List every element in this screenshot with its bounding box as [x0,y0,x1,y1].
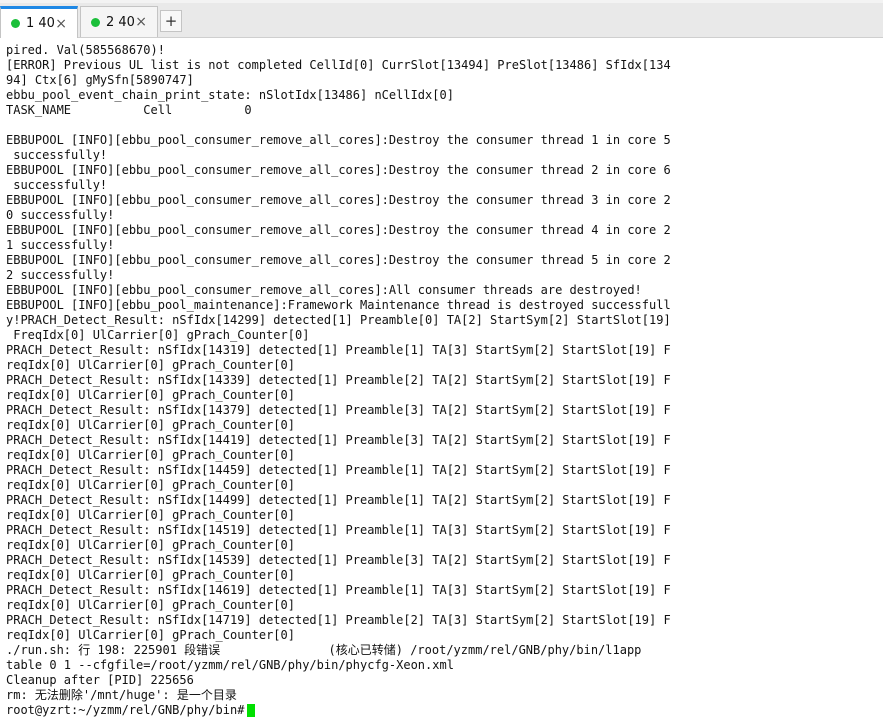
close-tab-icon[interactable]: × [135,14,147,30]
shell-prompt-line[interactable]: root@yzrt:~/yzmm/rel/GNB/phy/bin# [6,703,883,718]
terminal-line: EBBUPOOL [INFO][ebbu_pool_maintenance]:F… [6,298,671,312]
terminal-line: successfully! [6,178,108,192]
terminal-line: PRACH_Detect_Result: nSfIdx[14519] detec… [6,523,671,537]
terminal-line: TASK_NAME Cell 0 [6,103,252,117]
terminal-line: reqIdx[0] UlCarrier[0] gPrach_Counter[0] [6,388,295,402]
terminal-line: reqIdx[0] UlCarrier[0] gPrach_Counter[0] [6,598,295,612]
terminal-line: reqIdx[0] UlCarrier[0] gPrach_Counter[0] [6,448,295,462]
terminal-line: PRACH_Detect_Result: nSfIdx[14719] detec… [6,613,671,627]
terminal-line: pired. Val(585568670)! [6,43,165,57]
terminal-line: rm: 无法删除'/mnt/huge': 是一个目录 [6,688,237,702]
terminal-lines: pired. Val(585568670)! [ERROR] Previous U… [6,43,883,703]
terminal-line: PRACH_Detect_Result: nSfIdx[14459] detec… [6,463,671,477]
terminal-line: EBBUPOOL [INFO][ebbu_pool_consumer_remov… [6,193,671,207]
connection-status-icon [91,17,100,27]
terminal-line: PRACH_Detect_Result: nSfIdx[14319] detec… [6,343,671,357]
terminal-line: PRACH_Detect_Result: nSfIdx[14539] detec… [6,553,671,567]
terminal-line: Cleanup after [PID] 225656 [6,673,194,687]
terminal-line: reqIdx[0] UlCarrier[0] gPrach_Counter[0] [6,538,295,552]
tab-session-2[interactable]: 2 40 × [80,6,158,37]
terminal-line: reqIdx[0] UlCarrier[0] gPrach_Counter[0] [6,628,295,642]
terminal-line: ebbu_pool_event_chain_print_state: nSlot… [6,88,454,102]
terminal-line: table 0 1 --cfgfile=/root/yzmm/rel/GNB/p… [6,658,454,672]
terminal-line: EBBUPOOL [INFO][ebbu_pool_consumer_remov… [6,283,642,297]
terminal-line: y!PRACH_Detect_Result: nSfIdx[14299] det… [6,313,671,327]
shell-prompt: root@yzrt:~/yzmm/rel/GNB/phy/bin# [6,703,245,717]
terminal-line: [ERROR] Previous UL list is not complete… [6,58,671,72]
tab-label: 2 40 [106,14,135,30]
terminal-line: PRACH_Detect_Result: nSfIdx[14619] detec… [6,583,671,597]
terminal-line: ./run.sh: 行 198: 225901 段错误 (核心已转储) /roo… [6,643,642,657]
terminal-line: EBBUPOOL [INFO][ebbu_pool_consumer_remov… [6,163,671,177]
terminal-line: PRACH_Detect_Result: nSfIdx[14499] detec… [6,493,671,507]
plus-icon: + [164,12,178,30]
terminal-line: 94] Ctx[6] gMySfn[5890747] [6,73,194,87]
close-tab-icon[interactable]: × [55,16,67,32]
tab-label: 1 40 [26,16,55,31]
tab-bar: 1 40 × 2 40 × + [0,0,883,38]
text-cursor [247,704,256,717]
terminal-line: reqIdx[0] UlCarrier[0] gPrach_Counter[0] [6,508,295,522]
terminal-line: 0 successfully! [6,208,115,222]
connection-status-icon [11,19,20,28]
terminal-line: PRACH_Detect_Result: nSfIdx[14379] detec… [6,403,671,417]
terminal-line: EBBUPOOL [INFO][ebbu_pool_consumer_remov… [6,133,671,147]
terminal-line: reqIdx[0] UlCarrier[0] gPrach_Counter[0] [6,418,295,432]
terminal-line: reqIdx[0] UlCarrier[0] gPrach_Counter[0] [6,568,295,582]
tab-bar-top-strip [0,0,883,3]
terminal-line: EBBUPOOL [INFO][ebbu_pool_consumer_remov… [6,253,671,267]
terminal-line: PRACH_Detect_Result: nSfIdx[14419] detec… [6,433,671,447]
terminal-line: 2 successfully! [6,268,115,282]
terminal-line: 1 successfully! [6,238,115,252]
new-tab-button[interactable]: + [160,10,182,32]
terminal-line: reqIdx[0] UlCarrier[0] gPrach_Counter[0] [6,478,295,492]
tab-session-1[interactable]: 1 40 × [0,6,78,38]
terminal-line: EBBUPOOL [INFO][ebbu_pool_consumer_remov… [6,223,671,237]
terminal-line: FreqIdx[0] UlCarrier[0] gPrach_Counter[0… [6,328,310,342]
terminal-line: PRACH_Detect_Result: nSfIdx[14339] detec… [6,373,671,387]
terminal-output[interactable]: pired. Val(585568670)! [ERROR] Previous U… [0,38,883,727]
terminal-line: reqIdx[0] UlCarrier[0] gPrach_Counter[0] [6,358,295,372]
terminal-line: successfully! [6,148,108,162]
